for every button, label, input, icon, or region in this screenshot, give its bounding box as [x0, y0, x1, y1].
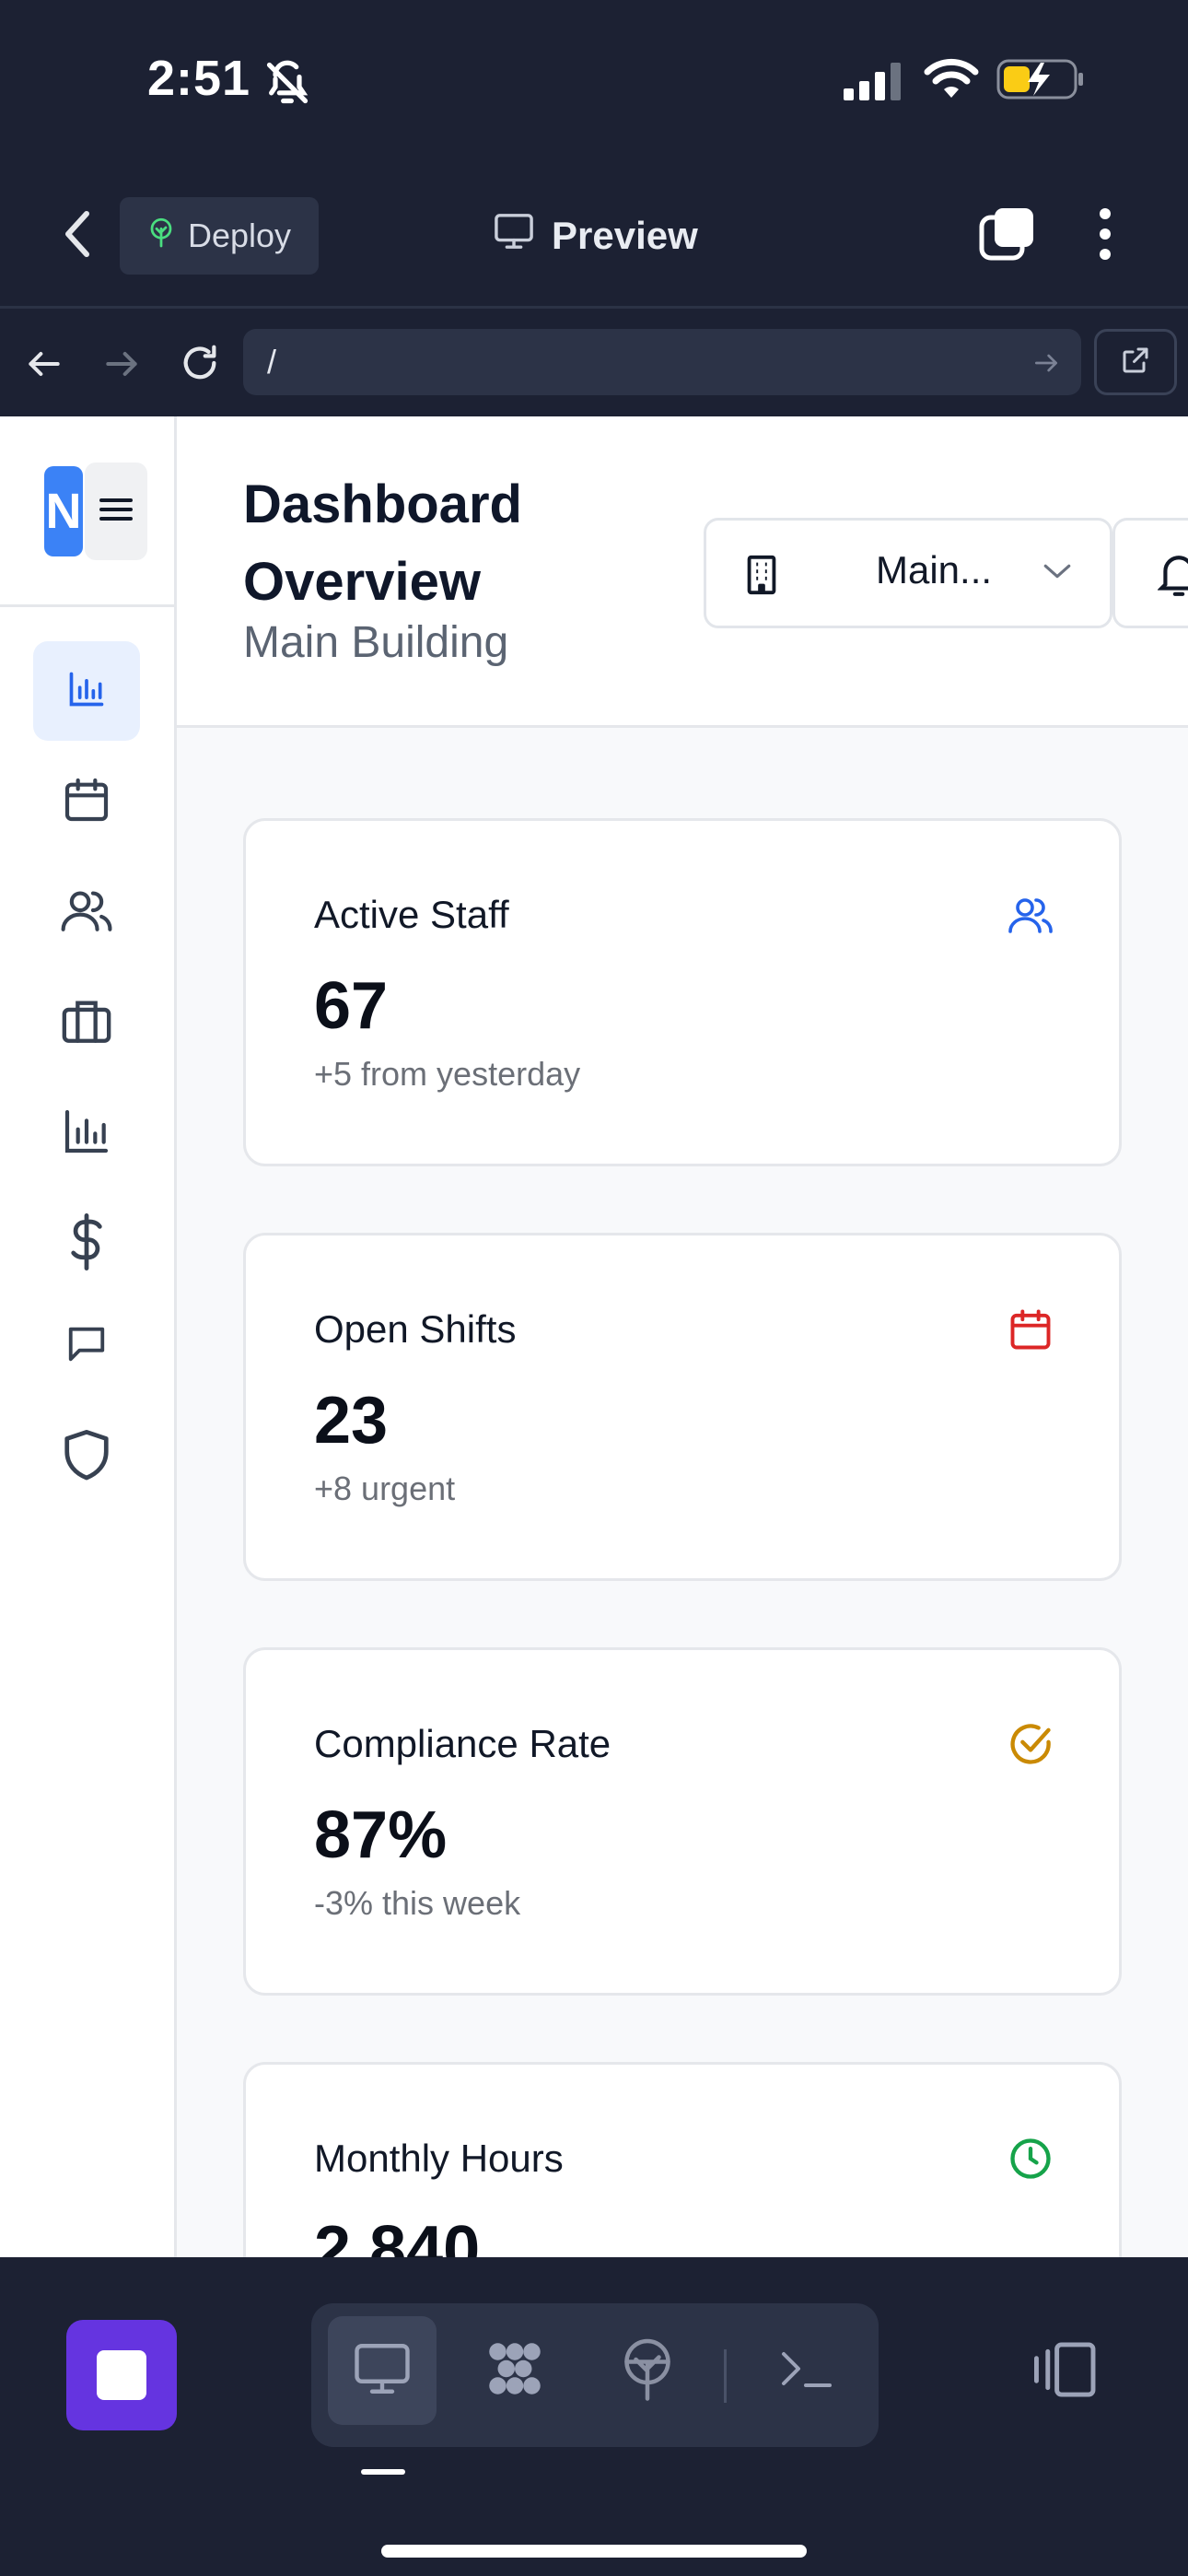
- check-circle-icon: [1007, 1720, 1054, 1768]
- sidebar-divider: [0, 604, 177, 607]
- sidebar-item-jobs[interactable]: [33, 973, 140, 1072]
- app-viewport: N Dashboard Overview Main Building Main.…: [0, 416, 1188, 2257]
- logo-letter: N: [44, 466, 83, 556]
- deploy-label: Deploy: [188, 217, 292, 254]
- calendar-icon: [61, 774, 112, 830]
- users-icon: [59, 884, 114, 941]
- notifications-button[interactable]: [1112, 518, 1188, 628]
- chevron-down-icon: [1042, 561, 1073, 586]
- status-bar: 2:51: [0, 0, 1188, 162]
- back-chevron-icon[interactable]: [59, 208, 96, 264]
- monitor-icon: [493, 212, 535, 260]
- page-title: Dashboard Overview: [243, 474, 522, 612]
- preview-tab[interactable]: Preview: [493, 203, 698, 269]
- home-indicator: [381, 2545, 807, 2558]
- browser-url-bar: /: [0, 306, 1188, 416]
- sidebar-item-payroll[interactable]: [33, 1194, 140, 1294]
- clock-icon: [1007, 2135, 1054, 2183]
- editor-topbar: Deploy Preview: [0, 162, 1188, 306]
- stat-card-active-staff: Active Staff 67 +5 from yesterday: [243, 818, 1122, 1166]
- deploy-tree-icon: [620, 2336, 675, 2406]
- puzzle-grid-icon: [481, 2335, 549, 2407]
- stat-value: 23: [314, 1384, 389, 1458]
- building-select[interactable]: Main...: [704, 518, 1112, 628]
- stat-card-monthly-hours: Monthly Hours 2,840: [243, 2062, 1122, 2257]
- tool-preview[interactable]: [328, 2316, 437, 2425]
- shield-icon: [63, 1427, 111, 1485]
- open-external-button[interactable]: [1094, 329, 1177, 395]
- monitor-icon: [352, 2340, 413, 2402]
- tool-deploy[interactable]: [593, 2316, 702, 2425]
- sidebar-menu-button[interactable]: [85, 463, 147, 560]
- bar-chart-icon: [66, 669, 107, 714]
- stat-value: 87%: [314, 1798, 448, 1872]
- page-header: Dashboard Overview Main Building Main...: [177, 416, 1188, 728]
- deploy-tree-icon: [147, 217, 175, 256]
- sidebar-item-reports[interactable]: [33, 1083, 140, 1183]
- stat-value: 67: [314, 969, 389, 1043]
- terminal-icon: [778, 2348, 833, 2394]
- users-icon: [1007, 891, 1054, 939]
- calendar-icon: [1007, 1306, 1054, 1353]
- browser-back-icon[interactable]: [24, 344, 64, 389]
- bell-slash-icon: [263, 59, 311, 111]
- status-time: 2:51: [147, 51, 251, 106]
- hamburger-icon: [99, 497, 133, 527]
- go-arrow-icon[interactable]: [1031, 347, 1061, 386]
- stop-square-icon: [97, 2350, 146, 2400]
- stat-card-compliance-rate: Compliance Rate 87% -3% this week: [243, 1647, 1122, 1996]
- stat-label: Open Shifts: [314, 1307, 517, 1351]
- building-select-value: Main...: [876, 548, 993, 591]
- bar-chart-icon: [61, 1106, 112, 1162]
- cellular-signal-icon: [842, 61, 903, 106]
- battery-charging-icon: [996, 57, 1085, 106]
- tool-switcher: [311, 2303, 879, 2447]
- bell-icon: [1157, 552, 1188, 603]
- reload-icon[interactable]: [179, 342, 221, 389]
- sidebar-item-schedule[interactable]: [33, 752, 140, 851]
- bottom-toolbar: [0, 2257, 1188, 2576]
- url-input[interactable]: /: [243, 329, 1081, 395]
- deploy-button[interactable]: Deploy: [120, 197, 319, 275]
- stat-label: Monthly Hours: [314, 2137, 564, 2180]
- tabs-switcher-icon[interactable]: [978, 205, 1037, 268]
- sidebar-item-staff[interactable]: [33, 862, 140, 962]
- tool-separator: [724, 2349, 727, 2403]
- page-subtitle: Main Building: [243, 618, 509, 667]
- logo: N: [44, 463, 147, 560]
- stat-change: -3% this week: [314, 1884, 521, 1922]
- sidebar-item-messages[interactable]: [33, 1295, 140, 1395]
- sidebar-item-compliance[interactable]: [33, 1406, 140, 1505]
- device-toggle-icon[interactable]: [1030, 2340, 1098, 2404]
- stat-card-open-shifts: Open Shifts 23 +8 urgent: [243, 1233, 1122, 1581]
- wifi-icon: [923, 57, 980, 106]
- message-icon: [65, 1322, 108, 1369]
- active-tool-indicator: [361, 2469, 405, 2475]
- more-vertical-icon[interactable]: [1089, 205, 1122, 268]
- tool-console[interactable]: [751, 2316, 860, 2425]
- stat-label: Active Staff: [314, 893, 509, 936]
- stat-value: 2,840: [314, 2213, 481, 2257]
- sidebar-item-dashboard[interactable]: [33, 641, 140, 741]
- stat-label: Compliance Rate: [314, 1722, 611, 1765]
- dollar-icon: [65, 1212, 108, 1275]
- stat-change: +5 from yesterday: [314, 1055, 581, 1093]
- stat-change: +8 urgent: [314, 1469, 456, 1507]
- tool-workspace[interactable]: [460, 2316, 569, 2425]
- preview-label: Preview: [552, 214, 698, 257]
- sidebar: N: [0, 416, 177, 2257]
- external-link-icon: [1119, 344, 1152, 381]
- building-icon: [743, 554, 780, 601]
- browser-forward-icon[interactable]: [101, 344, 142, 389]
- briefcase-icon: [60, 996, 113, 1050]
- stop-button[interactable]: [66, 2320, 177, 2430]
- url-text: /: [267, 343, 277, 381]
